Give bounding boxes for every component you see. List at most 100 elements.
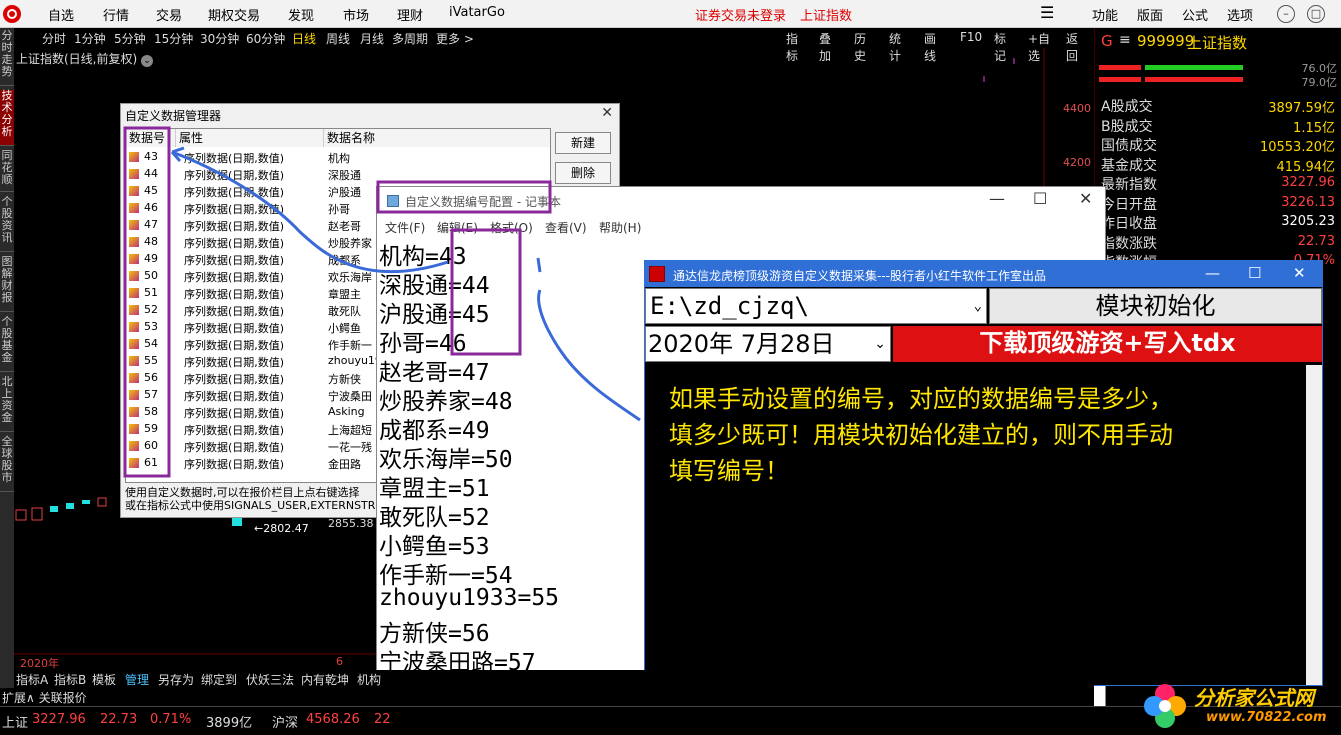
period-more[interactable]: 更多 > [436,30,474,47]
low-price-marker: ←2802.47 [254,522,309,535]
menu-ivatargo[interactable]: iVatarGo [449,5,505,20]
menu-shichang[interactable]: 市场 [343,5,369,24]
row-id: 58 [144,405,158,418]
row-name: 深股通 [328,169,361,182]
candle [50,506,58,512]
axis-tick-4400: 4400 [1063,102,1091,115]
login-status[interactable]: 证券交易未登录 [695,5,786,24]
axis-tick-4200: 4200 [1063,156,1091,169]
chevron-down-icon[interactable]: ⌄ [874,327,886,361]
period-1min[interactable]: 1分钟 [74,30,106,47]
notepad-title: 自定义数据编号配置 - 记事本 [405,195,561,209]
row-id: 54 [144,337,158,350]
vtab-technical[interactable]: 技术分析 [0,90,14,146]
period-30min[interactable]: 30分钟 [200,30,239,47]
tab-manage[interactable]: 管理 [125,671,149,688]
menu-icon[interactable]: ≡ [1119,32,1131,48]
menu-licai[interactable]: 理财 [397,5,423,24]
menu-jiaoyi[interactable]: 交易 [156,5,182,24]
tab-indicator-b[interactable]: 指标B [54,671,86,688]
close-icon[interactable]: ✕ [601,105,613,121]
period-5min[interactable]: 5分钟 [114,30,146,47]
tool-f10[interactable]: F10 [960,30,982,44]
expand-label[interactable]: 扩展∧ 关联报价 [2,689,87,706]
tab-indicator-a[interactable]: 指标A [16,671,48,688]
data-item-icon [129,305,139,315]
scrollbar[interactable] [1306,365,1322,685]
minimize-icon[interactable]: — [989,189,1005,208]
maximize-icon[interactable]: □ [1307,5,1325,23]
menu-banmian[interactable]: 版面 [1137,5,1163,24]
row-name: Asking [328,405,365,418]
close-icon[interactable]: ✕ [1079,189,1092,208]
menu-xuanxiang[interactable]: 选项 [1227,5,1253,24]
app-note: 如果手动设置的编号，对应的数据编号是多少， 填多少既可！用模块初始化建立的，则不… [669,381,1269,489]
tab-neiyou[interactable]: 内有乾坤 [301,671,349,688]
vtab-global[interactable]: 全球股市 [0,436,14,492]
menu-gongshi[interactable]: 公式 [1182,5,1208,24]
notepad-menu-help[interactable]: 帮助(H) [599,219,641,236]
row-id: 43 [144,150,158,163]
close-icon[interactable]: ✕ [1293,264,1306,282]
tab-fuyao[interactable]: 伏妖三法 [246,671,294,688]
col-header-id[interactable]: 数据号 [126,129,176,147]
data-item-icon [129,458,139,468]
tab-bind-to[interactable]: 绑定到 [201,671,237,688]
row-name: 金田路 [328,458,361,471]
period-fenshi[interactable]: 分时 [42,30,66,47]
vtab-northbound[interactable]: 北上资金 [0,376,14,432]
module-init-button[interactable]: 模块初始化 [989,288,1322,324]
delete-button[interactable]: 删除 [555,162,611,184]
menu-zixuan[interactable]: 自选 [48,5,74,24]
table-row[interactable]: 44 序列数据(日期,数值) 深股通 [126,166,550,183]
period-month[interactable]: 月线 [360,30,384,47]
row-name: 赵老哥 [328,220,361,233]
col-header-attr[interactable]: 属性 [176,129,324,147]
row-attr: 序列数据(日期,数值) [184,220,285,233]
menu-faxian[interactable]: 发现 [288,5,314,24]
vtab-tonghuashun[interactable]: 同花顺 [0,150,14,192]
price-label: 2855.38 [328,517,374,530]
flower-logo-icon [1144,684,1186,728]
vtab-fenshi[interactable]: 分时走势 [0,30,14,86]
row-id: 51 [144,286,158,299]
vtab-financial[interactable]: 图解财报 [0,256,14,312]
notepad-line: zhouyu1933=55 [379,585,560,611]
notepad-menu-file[interactable]: 文件(F) [385,219,425,236]
period-week[interactable]: 周线 [326,30,350,47]
maximize-icon[interactable]: ☐ [1248,264,1261,282]
vtab-fund[interactable]: 个股基金 [0,316,14,372]
quote-code-prefix: G [1101,32,1113,50]
menu-hangqing[interactable]: 行情 [103,5,129,24]
notepad-menu-edit[interactable]: 编辑(E) [437,219,478,236]
row-id: 59 [144,422,158,435]
period-15min[interactable]: 15分钟 [154,30,193,47]
tab-template[interactable]: 模板 [92,671,116,688]
menu-list-icon[interactable]: ☰ [1040,3,1054,22]
vtab-stock-news[interactable]: 个股资讯 [0,196,14,252]
notepad-menu-view[interactable]: 查看(V) [545,219,587,236]
menu-option-trade[interactable]: 期权交易 [208,5,260,24]
maximize-icon[interactable]: ☐ [1033,189,1047,208]
period-60min[interactable]: 60分钟 [246,30,285,47]
date-picker[interactable]: 2020年 7月28日 ⌄ [645,326,891,362]
data-item-icon [129,288,139,298]
minimize-icon[interactable]: – [1277,5,1295,23]
tab-jigou[interactable]: 机构 [357,671,381,688]
row-attr: 序列数据(日期,数值) [184,407,285,420]
volume-bar [1099,65,1141,70]
period-day[interactable]: 日线 [292,30,316,47]
new-button[interactable]: 新建 [555,132,611,154]
download-write-button[interactable]: 下载顶级游资+写入tdx [893,326,1322,362]
notepad-menu-format[interactable]: 格式(O) [490,219,533,236]
period-multi[interactable]: 多周期 [392,30,428,47]
table-row[interactable]: 43 序列数据(日期,数值) 机构 [126,149,550,166]
expand-bar[interactable]: 扩展∧ 关联报价 [0,688,1094,706]
chevron-down-icon[interactable]: ⌄ [974,289,982,323]
minimize-icon[interactable]: — [1205,264,1220,282]
current-index-status: 上证指数 [800,9,853,24]
path-select[interactable]: E:\zd_cjzq\ ⌄ [645,288,987,324]
tab-save-as[interactable]: 另存为 [158,671,194,688]
col-header-name[interactable]: 数据名称 [324,129,550,147]
menu-gongneng[interactable]: 功能 [1092,5,1118,24]
